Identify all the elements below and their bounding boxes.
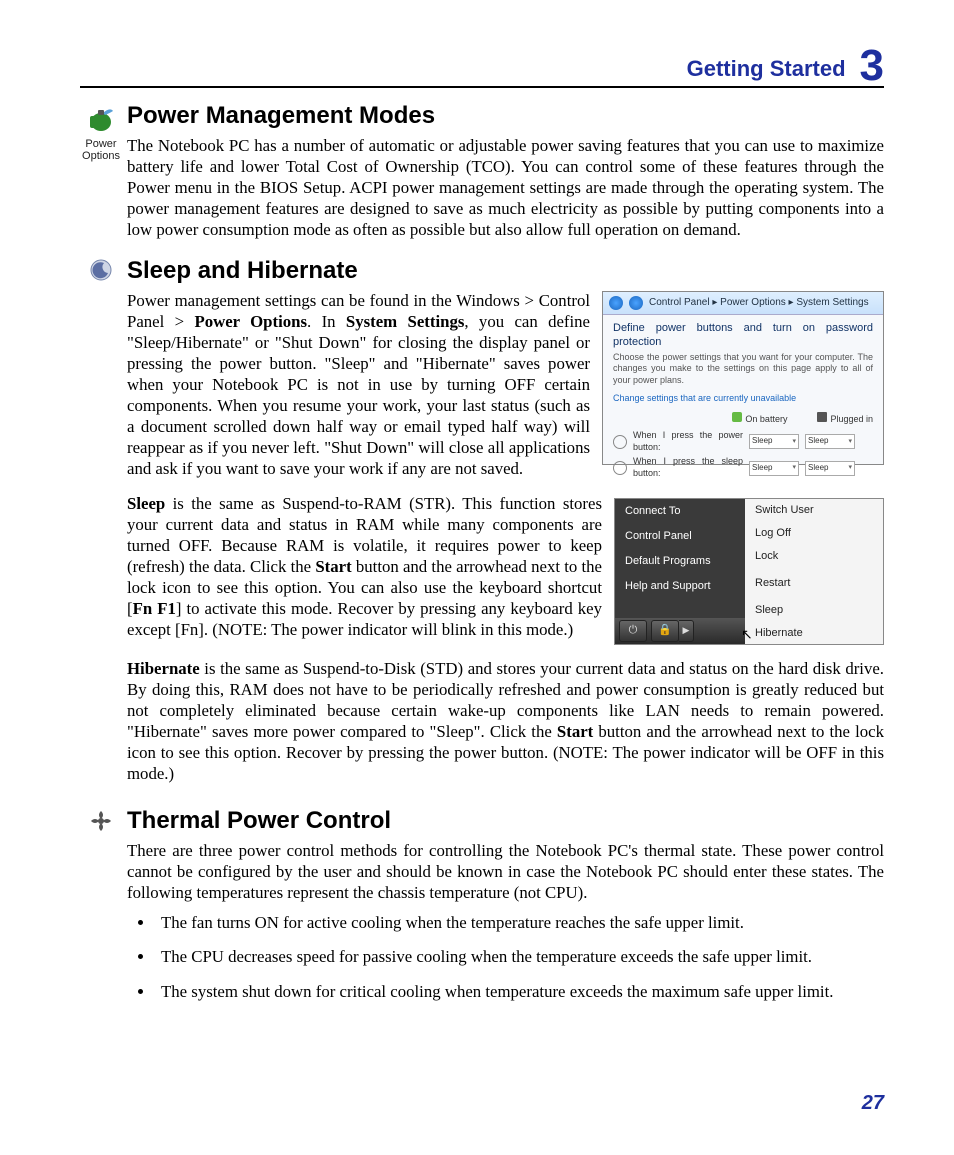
moon-icon	[80, 259, 122, 283]
list-item: The system shut down for critical coolin…	[155, 981, 884, 1004]
dropdown: Sleep	[805, 461, 855, 476]
paragraph: Hibernate is the same as Suspend-to-Disk…	[127, 659, 884, 785]
menu-item: Sleep	[745, 599, 883, 622]
text-bold: Power Options	[194, 312, 307, 331]
menu-item: Log Off	[745, 522, 883, 545]
menu-item: Connect To	[615, 499, 745, 524]
list-item: The fan turns ON for active cooling when…	[155, 912, 884, 935]
col-plugged-in: Plugged in	[817, 412, 873, 426]
text: ] to activate this mode. Recover by pres…	[127, 599, 602, 639]
text-bold: Hibernate	[127, 659, 200, 678]
running-header: Getting Started 3	[80, 40, 884, 88]
menu-item: Restart	[745, 572, 883, 595]
heading-power-management: Power Management Modes	[127, 102, 884, 130]
sleep-button-icon	[613, 461, 627, 475]
dialog-title: Define power buttons and turn on passwor…	[613, 321, 873, 350]
dropdown: Sleep	[749, 461, 799, 476]
heading-sleep-hibernate: Sleep and Hibernate	[127, 257, 884, 285]
section-name: Getting Started	[687, 56, 846, 82]
section-sleep-hibernate: Sleep and Hibernate Control Panel ▸ Powe…	[80, 257, 884, 785]
text-bold: Start	[557, 722, 593, 741]
change-settings-link: Change settings that are currently unava…	[613, 393, 873, 405]
menu-item: Switch User	[745, 499, 883, 522]
list-item: The CPU decreases speed for passive cool…	[155, 946, 884, 969]
lock-icon: 🔒	[651, 620, 679, 642]
menu-item: Help and Support	[615, 574, 745, 599]
power-button-icon	[613, 435, 627, 449]
bullet-list: The fan turns ON for active cooling when…	[127, 912, 884, 1004]
nav-back-icon	[609, 296, 623, 310]
chapter-number: 3	[860, 44, 884, 88]
chevron-right-icon: ▶	[679, 620, 694, 642]
dropdown: Sleep	[805, 434, 855, 449]
section-thermal-power: Thermal Power Control There are three po…	[80, 807, 884, 1004]
text-bold: Fn F1	[133, 599, 176, 618]
power-icon: ⏻	[619, 620, 647, 642]
nav-fwd-icon	[629, 296, 643, 310]
cursor-icon: ↖	[741, 627, 753, 645]
row-label: When I press the power button:	[633, 430, 743, 453]
row-label: When I press the sleep button:	[633, 456, 743, 479]
screenshot-start-menu: Connect To Control Panel Default Program…	[614, 498, 884, 645]
menu-item: Default Programs	[615, 549, 745, 574]
fan-icon	[80, 809, 122, 835]
text-bold: Sleep	[127, 494, 165, 513]
text-bold: System Settings	[346, 312, 465, 331]
heading-thermal-power: Thermal Power Control	[127, 807, 884, 835]
col-on-battery: On battery	[732, 412, 787, 426]
text-bold: Start	[315, 557, 351, 576]
section-power-management: Power Options Power Management Modes The…	[80, 102, 884, 241]
paragraph: The Notebook PC has a number of automati…	[127, 136, 884, 241]
screenshot-power-options: Control Panel ▸ Power Options ▸ System S…	[602, 291, 884, 465]
menu-item: Control Panel	[615, 524, 745, 549]
dialog-subtitle: Choose the power settings that you want …	[613, 352, 873, 387]
power-options-icon: Power Options	[80, 102, 122, 162]
menu-item: Hibernate	[745, 622, 883, 645]
paragraph: There are three power control methods fo…	[127, 841, 884, 904]
menu-item: Lock	[745, 545, 883, 568]
text: . In	[307, 312, 346, 331]
dropdown: Sleep	[749, 434, 799, 449]
breadcrumb: Control Panel ▸ Power Options ▸ System S…	[649, 298, 869, 308]
text: , you can define "Sleep/Hibernate" or "S…	[127, 312, 590, 478]
page-number: 27	[862, 1092, 884, 1115]
icon-caption: Power Options	[82, 138, 120, 162]
paragraph: Control Panel ▸ Power Options ▸ System S…	[127, 291, 884, 480]
paragraph: Connect To Control Panel Default Program…	[127, 494, 884, 645]
